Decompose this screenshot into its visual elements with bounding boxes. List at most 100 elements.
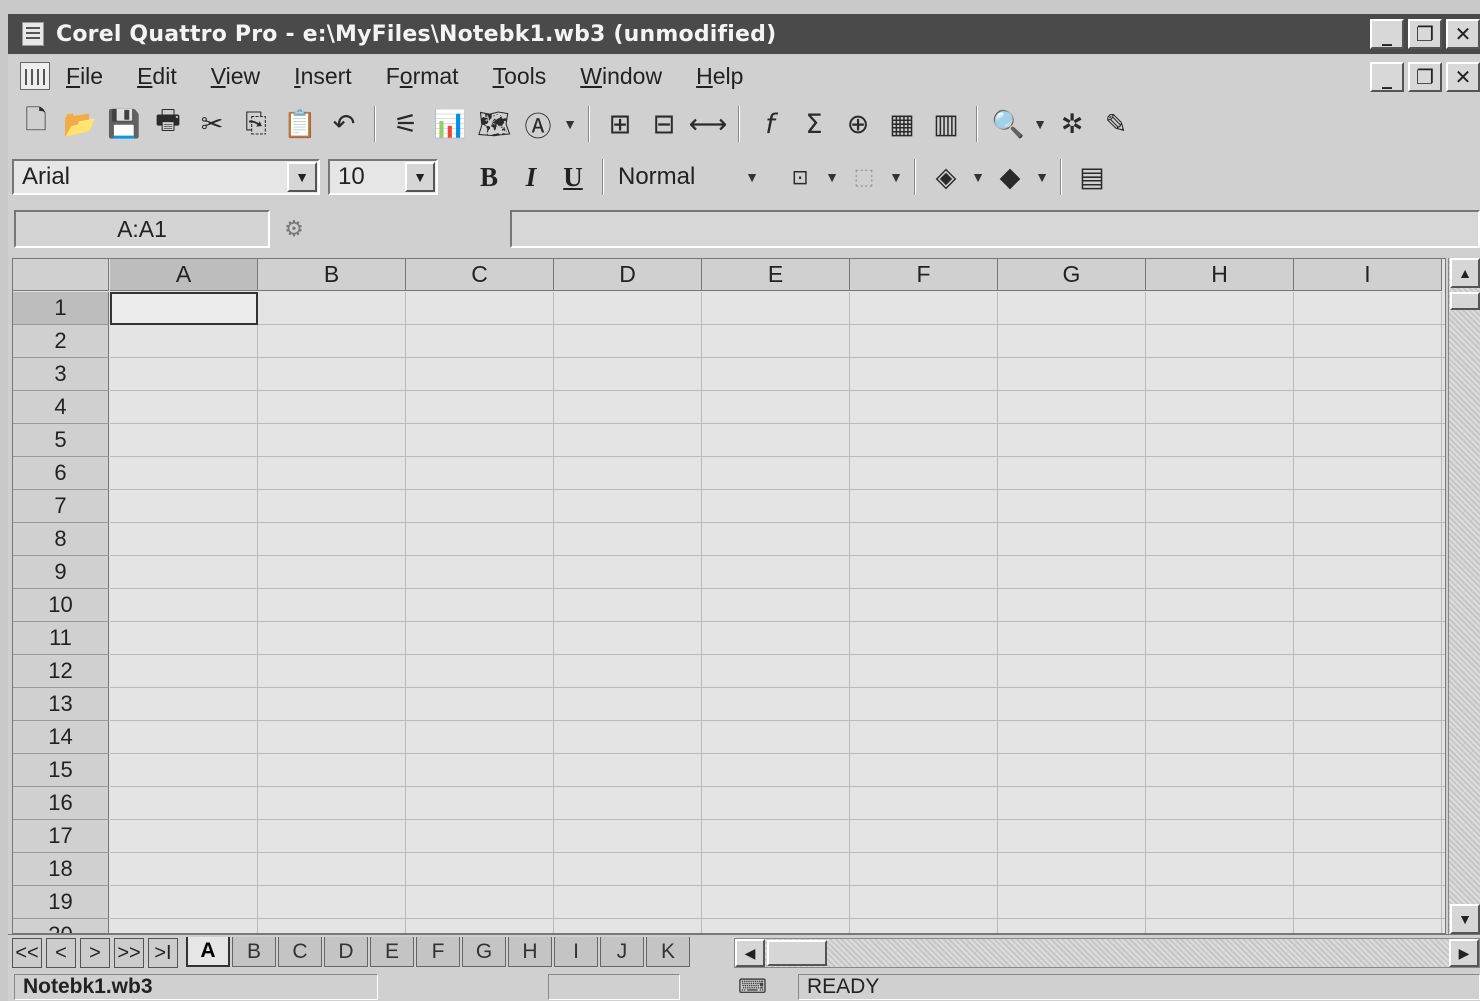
restore-button[interactable]: ❐ <box>1408 19 1442 49</box>
text-color-icon[interactable]: ◆ <box>991 158 1029 196</box>
fit-icon[interactable]: ⟷ <box>689 105 728 143</box>
menu-view[interactable]: View <box>211 63 260 90</box>
row-header[interactable]: 20 <box>13 919 109 933</box>
save-icon[interactable]: 💾 <box>105 105 143 143</box>
font-size-dropdown-icon[interactable]: ▼ <box>405 162 435 192</box>
fill-color-dropdown-icon[interactable]: ▼ <box>968 169 988 185</box>
cut-icon[interactable]: ✂ <box>193 105 231 143</box>
sheet-tab-k[interactable]: K <box>646 937 690 967</box>
sheet-nav-button[interactable]: >> <box>114 938 144 968</box>
column-header[interactable]: E <box>702 259 850 291</box>
scroll-left-icon[interactable]: ◀ <box>735 939 765 967</box>
column-header[interactable]: B <box>258 259 406 291</box>
column-header[interactable]: I <box>1294 259 1442 291</box>
cell-contents-input[interactable] <box>510 210 1480 248</box>
open-icon[interactable]: 📂 <box>61 105 99 143</box>
underline-button[interactable]: U <box>552 158 594 196</box>
fill-color-icon[interactable]: ◈ <box>927 158 965 196</box>
vertical-scrollbar[interactable]: ▲ ▼ <box>1448 258 1480 934</box>
object-inspector-icon[interactable]: ▤ <box>1073 158 1111 196</box>
text-frame-dropdown-icon[interactable]: ▼ <box>560 116 580 132</box>
row-header[interactable]: 7 <box>13 490 109 523</box>
pen-icon[interactable]: ✎ <box>1097 105 1135 143</box>
horizontal-scroll-thumb[interactable] <box>767 940 827 966</box>
active-cell[interactable] <box>110 292 258 325</box>
undo-icon[interactable]: ↶ <box>325 105 363 143</box>
text-color-dropdown-icon[interactable]: ▼ <box>1032 169 1052 185</box>
vertical-scroll-thumb[interactable] <box>1450 292 1480 310</box>
quickfill-icon[interactable]: ⚟ <box>387 105 425 143</box>
sheet-tab-b[interactable]: B <box>232 937 276 967</box>
close-button[interactable]: ✕ <box>1446 19 1480 49</box>
paste-icon[interactable]: 📋 <box>281 105 319 143</box>
menu-tools[interactable]: Tools <box>493 63 547 90</box>
column-header[interactable]: F <box>850 259 998 291</box>
column-header[interactable]: H <box>1146 259 1294 291</box>
text-frame-icon[interactable]: Ⓐ <box>519 105 557 143</box>
print-icon[interactable]: 🖶 <box>149 105 187 143</box>
cell-reference-box[interactable]: A:A1 <box>14 210 270 248</box>
grid-icon[interactable]: ▥ <box>927 105 965 143</box>
column-header[interactable]: C <box>406 259 554 291</box>
scroll-up-icon[interactable]: ▲ <box>1450 258 1480 288</box>
scroll-right-icon[interactable]: ▶ <box>1449 939 1479 967</box>
function-icon[interactable]: f <box>751 105 789 143</box>
style-dropdown-icon[interactable]: ▼ <box>742 169 762 185</box>
row-header[interactable]: 16 <box>13 787 109 820</box>
table-icon[interactable]: ▦ <box>883 105 921 143</box>
menu-help[interactable]: Help <box>696 63 743 90</box>
row-header[interactable]: 9 <box>13 556 109 589</box>
row-header[interactable]: 5 <box>13 424 109 457</box>
menu-insert[interactable]: Insert <box>294 63 352 90</box>
bold-button[interactable]: B <box>468 158 510 196</box>
row-header[interactable]: 13 <box>13 688 109 721</box>
font-size-combo[interactable]: 10 ▼ <box>328 159 438 195</box>
quicksum-icon[interactable]: ⊕ <box>839 105 877 143</box>
row-header[interactable]: 8 <box>13 523 109 556</box>
font-combo[interactable]: Arial ▼ <box>12 159 320 195</box>
doc-minimize-button[interactable]: _ <box>1370 62 1404 92</box>
sheet-nav-button[interactable]: > <box>80 938 110 968</box>
sheet-tab-g[interactable]: G <box>462 937 506 967</box>
menu-file[interactable]: File <box>66 63 103 90</box>
sheet-tab-c[interactable]: C <box>278 937 322 967</box>
scroll-down-icon[interactable]: ▼ <box>1450 904 1480 934</box>
document-icon[interactable] <box>20 62 50 90</box>
row-header[interactable]: 1 <box>13 292 109 325</box>
experts-icon[interactable]: ✲ <box>1053 105 1091 143</box>
doc-close-button[interactable]: ✕ <box>1446 62 1480 92</box>
row-header[interactable]: 12 <box>13 655 109 688</box>
alignment-icon[interactable]: ⊡ <box>781 158 819 196</box>
doc-restore-button[interactable]: ❐ <box>1408 62 1442 92</box>
row-header[interactable]: 4 <box>13 391 109 424</box>
sheet-tab-j[interactable]: J <box>600 937 644 967</box>
row-header[interactable]: 14 <box>13 721 109 754</box>
row-header[interactable]: 11 <box>13 622 109 655</box>
row-header[interactable]: 3 <box>13 358 109 391</box>
alignment-dropdown-icon[interactable]: ▼ <box>822 169 842 185</box>
column-header[interactable]: A <box>110 259 258 291</box>
row-header[interactable]: 17 <box>13 820 109 853</box>
sheet-nav-button[interactable]: << <box>12 938 42 968</box>
select-all-corner[interactable] <box>13 259 109 291</box>
zoom-icon[interactable]: 🔍 <box>989 105 1027 143</box>
zoom-dropdown-icon[interactable]: ▼ <box>1030 116 1050 132</box>
menu-format[interactable]: Format <box>386 63 459 90</box>
navigate-icon[interactable]: ⚙ <box>276 214 312 244</box>
minimize-button[interactable]: _ <box>1370 19 1404 49</box>
sheet-tab-h[interactable]: H <box>508 937 552 967</box>
row-header[interactable]: 10 <box>13 589 109 622</box>
map-icon[interactable]: 🗺 <box>475 105 513 143</box>
insert-icon[interactable]: ⊞ <box>601 105 639 143</box>
menu-edit[interactable]: Edit <box>137 63 177 90</box>
row-header[interactable]: 18 <box>13 853 109 886</box>
column-header[interactable]: G <box>998 259 1146 291</box>
column-header[interactable]: D <box>554 259 702 291</box>
row-header[interactable]: 15 <box>13 754 109 787</box>
row-header[interactable]: 6 <box>13 457 109 490</box>
style-selector[interactable]: Normal <box>612 163 742 191</box>
sum-icon[interactable]: Σ <box>795 105 833 143</box>
menu-window[interactable]: Window <box>580 63 662 90</box>
row-header[interactable]: 19 <box>13 886 109 919</box>
sheet-nav-button[interactable]: >I <box>148 938 178 968</box>
